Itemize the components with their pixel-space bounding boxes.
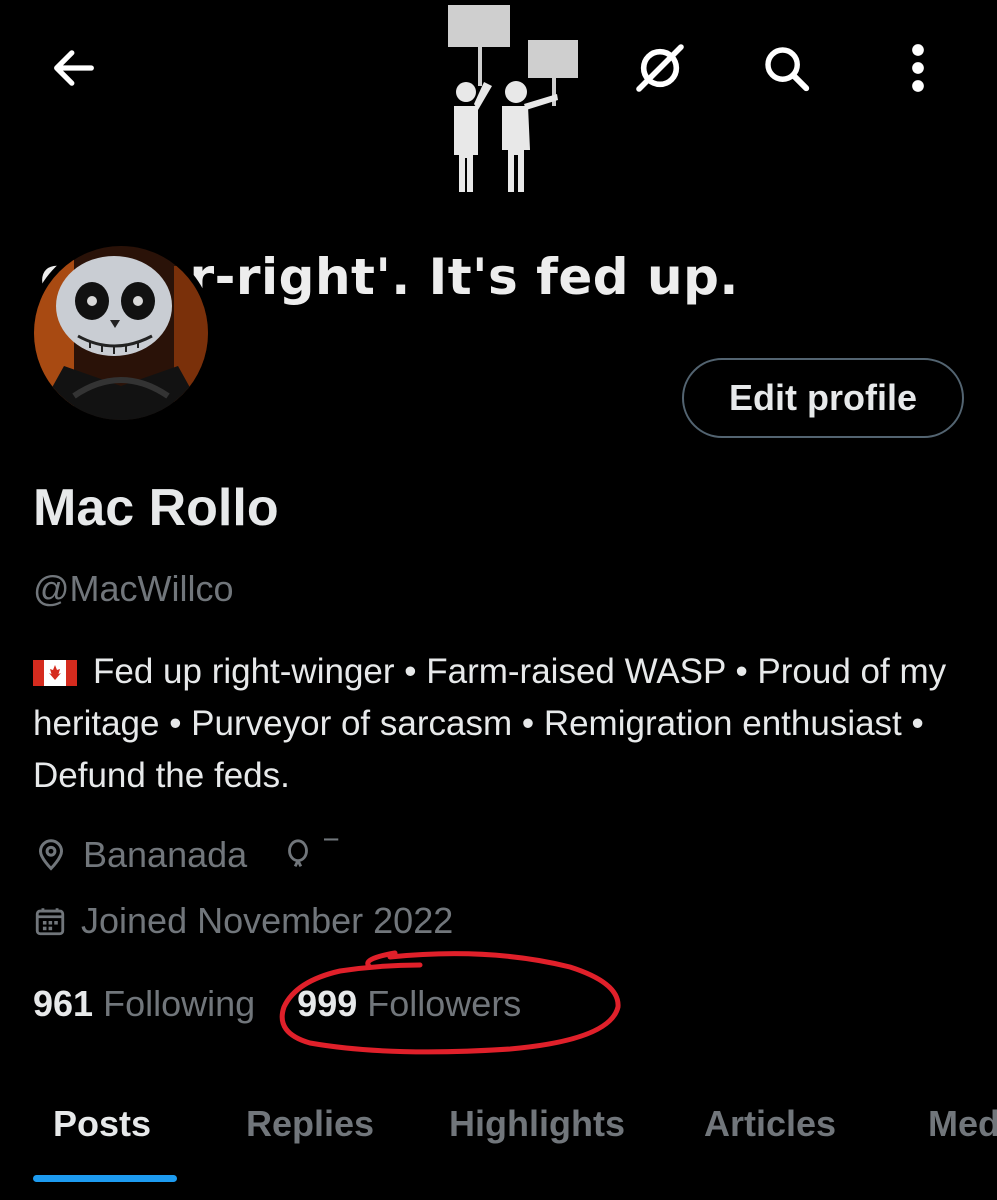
skeleton-avatar-image [34, 246, 208, 420]
active-tab-indicator [33, 1175, 177, 1182]
more-vertical-icon [912, 44, 924, 92]
following-count: 961 [33, 983, 94, 1024]
following-label: Following [103, 983, 256, 1024]
birthday-text: ‾ [325, 834, 338, 875]
tab-media[interactable]: Media [928, 1103, 997, 1145]
arrow-left-icon [54, 50, 94, 86]
search-icon [765, 47, 810, 92]
joined-text: Joined November 2022 [81, 900, 454, 941]
more-button[interactable] [886, 36, 950, 100]
balloon-icon [288, 839, 309, 867]
followers-link[interactable]: 999 Followers [297, 983, 521, 1024]
profile-name: Mac Rollo [33, 479, 279, 537]
profile-tabs: Posts Replies Highlights Articles Media [0, 1095, 997, 1200]
location-text: Bananada [83, 834, 248, 875]
joined-row: Joined November 2022 [33, 900, 453, 942]
avatar[interactable] [28, 240, 214, 426]
grok-button[interactable] [628, 36, 692, 100]
followers-count: 999 [297, 983, 358, 1024]
back-button[interactable] [42, 36, 106, 100]
canada-flag-icon [33, 660, 77, 686]
profile-bio: Fed up right-winger • Farm-raised WASP •… [33, 646, 963, 802]
location-pin-icon [38, 839, 64, 871]
tab-highlights[interactable]: Highlights [449, 1103, 625, 1145]
follow-stats: 961 Following 999 Followers [33, 983, 521, 1025]
tab-articles[interactable]: Articles [704, 1103, 836, 1145]
protest-figures-image [448, 5, 578, 192]
grok-icon [636, 44, 684, 92]
calendar-icon [35, 908, 65, 936]
search-button[interactable] [754, 36, 818, 100]
followers-label: Followers [367, 983, 522, 1024]
following-link[interactable]: 961 Following [33, 983, 255, 1024]
profile-handle: @MacWillco [33, 568, 234, 609]
tab-posts[interactable]: Posts [53, 1103, 151, 1145]
location-row: Bananada ‾ [33, 834, 337, 876]
bio-text: Fed up right-winger • Farm-raised WASP •… [33, 652, 947, 795]
tab-replies[interactable]: Replies [246, 1103, 374, 1145]
edit-profile-button[interactable]: Edit profile [682, 358, 964, 438]
